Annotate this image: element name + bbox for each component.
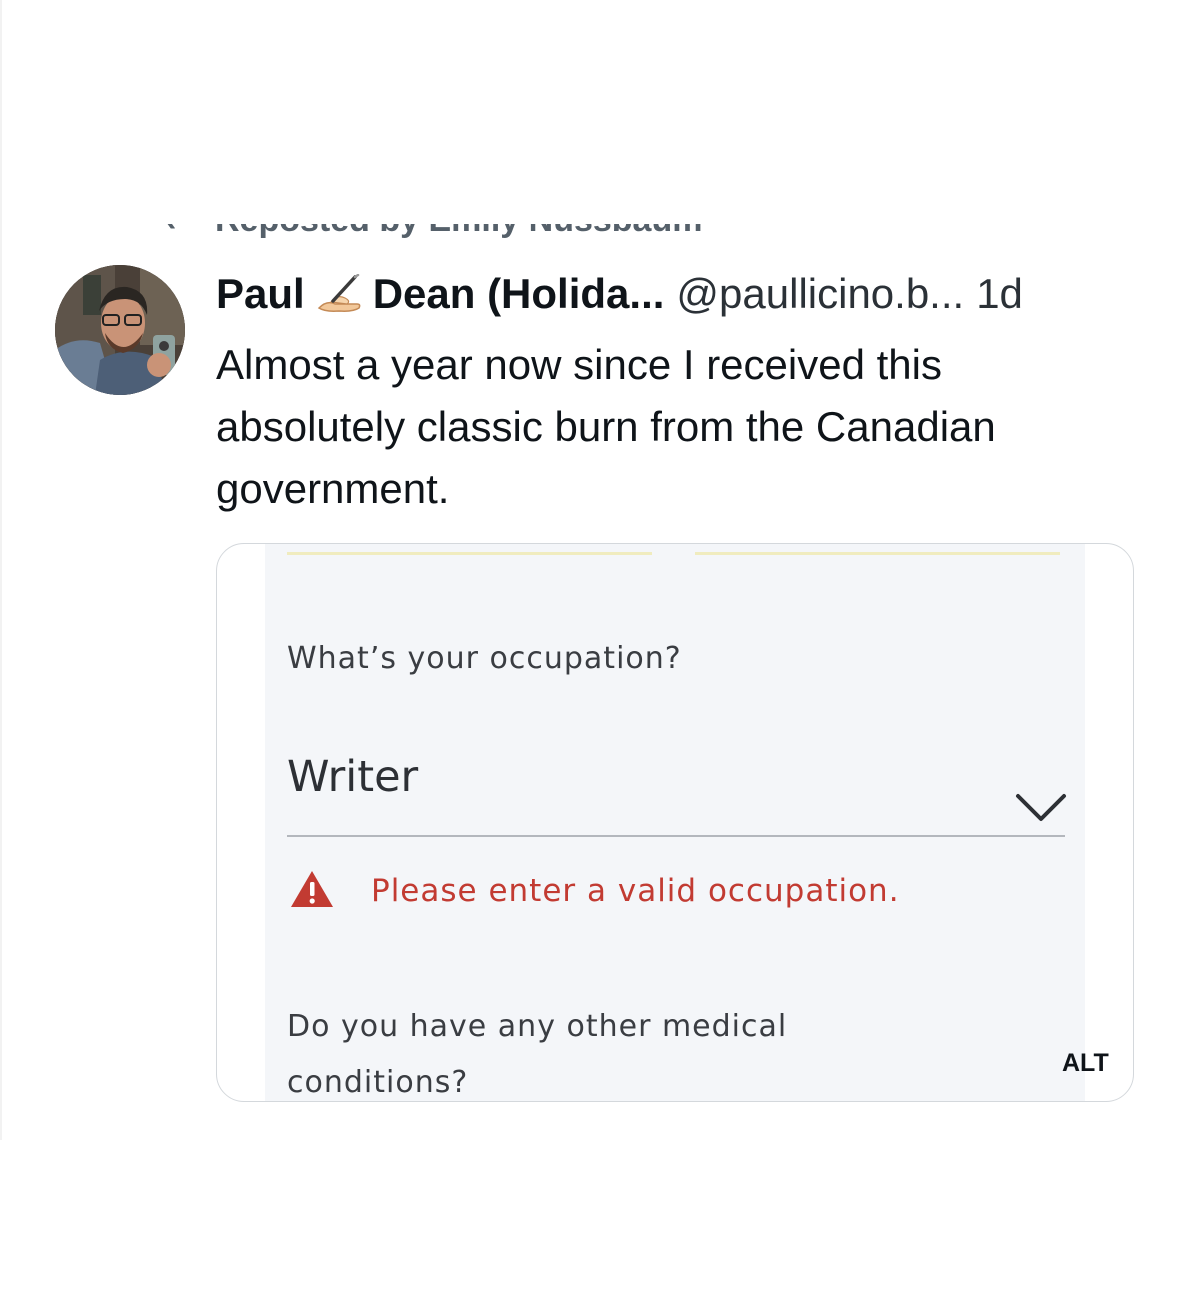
occupation-question: What’s your occupation?: [287, 641, 682, 676]
warning-icon: [289, 869, 335, 913]
post-timestamp[interactable]: 1d: [976, 270, 1023, 318]
repost-line[interactable]: ‹ Reposted by Emily Nussbaum: [165, 224, 805, 246]
post-text: Almost a year now since I received this …: [216, 341, 996, 512]
error-message: Please enter a valid occupation.: [371, 873, 900, 909]
answer-underline: [287, 835, 1065, 837]
alt-badge[interactable]: ALT: [1062, 1049, 1109, 1078]
medical-conditions-question: Do you have any other medical conditions…: [287, 1009, 788, 1100]
avatar-image: [55, 265, 185, 395]
error-row: Please enter a valid occupation.: [289, 869, 900, 913]
repost-text: Reposted by Emily Nussbaum: [215, 224, 702, 237]
field-underline-top: [695, 552, 1060, 555]
avatar[interactable]: [55, 265, 185, 395]
author-name-first[interactable]: Paul: [216, 270, 305, 318]
author-name-rest[interactable]: Dean (Holida...: [373, 270, 665, 318]
divider: [0, 0, 2, 1140]
page: ‹ Reposted by Emily Nussbaum Paul: [0, 0, 1179, 1302]
chevron-down-icon: [1015, 792, 1067, 828]
post-header: Paul Dean (Holida... @paullicino.b... 1d: [216, 268, 1023, 320]
field-underline-top: [287, 552, 652, 555]
embedded-form-screenshot: What’s your occupation? Writer Please en…: [265, 544, 1085, 1101]
writing-hand-icon: [313, 273, 363, 314]
occupation-answer: Writer: [287, 752, 419, 802]
media-card[interactable]: What’s your occupation? Writer Please en…: [216, 543, 1134, 1102]
repost-icon: ‹: [165, 224, 176, 237]
author-handle[interactable]: @paullicino.b...: [676, 270, 964, 318]
